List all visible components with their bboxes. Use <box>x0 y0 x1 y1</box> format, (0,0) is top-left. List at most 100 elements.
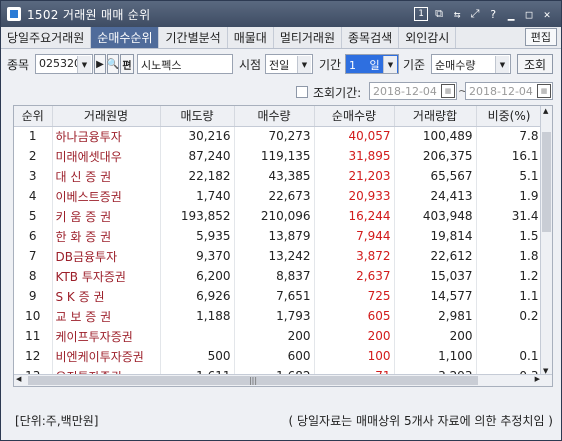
table-row[interactable]: 10 교 보 증 권 1,188 1,793 605 2,981 0.2 <box>14 306 543 326</box>
calendar-icon[interactable]: ▦ <box>441 84 455 98</box>
table-row[interactable]: 12 비엔케이투자증권 500 600 100 1,100 0.1 <box>14 346 543 366</box>
cell-net-buy: 3,872 <box>314 246 395 266</box>
cell-buy: 70,273 <box>234 126 315 146</box>
minimize-icon[interactable]: ▁ <box>503 6 519 22</box>
header-sell[interactable]: 매도량 <box>160 106 235 127</box>
cell-net-buy: 2,637 <box>314 266 395 286</box>
cell-rank: 7 <box>14 246 53 266</box>
header-net-buy[interactable]: 순매수량 <box>314 106 395 127</box>
scroll-thumb[interactable]: ||| <box>28 376 478 385</box>
help-icon[interactable]: ? <box>485 6 501 22</box>
stock-search-button[interactable]: 편 <box>120 54 134 74</box>
cell-rank: 1 <box>14 126 53 146</box>
period-label: 기간 <box>319 58 342 72</box>
basis-value: 순매수량 <box>435 59 476 72</box>
tab-daily-brokers[interactable]: 당일주요거래원 <box>1 27 92 48</box>
table-row[interactable]: 8 KTB 투자증권 6,200 8,837 2,637 15,037 1.2 <box>14 266 543 286</box>
tab-volume-profile[interactable]: 매물대 <box>228 27 274 48</box>
cell-sell: 30,216 <box>160 126 235 146</box>
table-row[interactable]: 5키 움 증 권 193,852 210,096 16,244 403,948 31.4 <box>14 206 543 226</box>
cell-share: 5.1 <box>476 166 543 186</box>
header-total[interactable]: 거래량합 <box>394 106 477 127</box>
cell-buy: 600 <box>234 346 315 366</box>
table-row[interactable]: 11 케이프투자증권 200 200 200 <box>14 326 543 346</box>
header-buy[interactable]: 매수량 <box>234 106 315 127</box>
query-button[interactable]: 조회 <box>517 54 553 74</box>
maximize-icon[interactable]: □ <box>521 6 537 22</box>
header-rank[interactable]: 순위 <box>14 106 53 127</box>
start-date-field[interactable]: 2018-12-04 ▦ <box>369 82 457 100</box>
cell-share <box>476 326 543 346</box>
header-broker[interactable]: 거래원명 <box>52 106 161 127</box>
cell-rank: 6 <box>14 226 53 246</box>
title-bar[interactable]: 1502 거래원 매매 순위 1 ⧉ ⇆ ⤢ ? ▁ □ ✕ <box>1 1 561 27</box>
cell-sell: 1,740 <box>160 186 235 206</box>
cell-rank: 2 <box>14 146 53 166</box>
cell-share: 16.1 <box>476 146 543 166</box>
header-share[interactable]: 비중(%) <box>476 106 543 127</box>
stock-name-field[interactable]: 시노펙스 <box>137 54 233 74</box>
close-icon[interactable]: ✕ <box>539 6 555 22</box>
cell-rank: 8 <box>14 266 53 286</box>
broker-table: 순위 거래원명 매도량 매수량 순매수량 거래량합 비중(%) 1 하나금융투자 3… <box>13 105 553 387</box>
cell-buy: 13,879 <box>234 226 315 246</box>
cell-share: 0.2 <box>476 306 543 326</box>
table-row[interactable]: 2 미래에셋대우 87,240 119,135 31,895 206,375 16.1 <box>14 146 543 166</box>
cell-total: 65,567 <box>394 166 477 186</box>
scroll-right-icon[interactable]: ▶ <box>535 375 540 383</box>
basis-select[interactable]: 순매수량 ▼ <box>431 54 511 74</box>
next-arrow-button[interactable]: ▶ <box>94 54 106 74</box>
tab-net-buy-rank[interactable]: 순매수순위 <box>91 27 160 48</box>
cell-net-buy: 20,933 <box>314 186 395 206</box>
cell-buy: 1,793 <box>234 306 315 326</box>
table-row[interactable]: 3대 신 증 권 22,182 43,385 21,203 65,567 5.1 <box>14 166 543 186</box>
table-row[interactable]: 4 이베스트증권 1,740 22,673 20,933 24,413 1.9 <box>14 186 543 206</box>
table-header-row: 순위 거래원명 매도량 매수량 순매수량 거래량합 비중(%) <box>14 106 543 127</box>
period-select[interactable]: 1 일 ▼ <box>345 54 399 74</box>
cell-net-buy: 16,244 <box>314 206 395 226</box>
scroll-left-icon[interactable]: ◀ <box>16 375 21 383</box>
expand-icon[interactable]: ⤢ <box>467 6 483 22</box>
cell-sell: 87,240 <box>160 146 235 166</box>
stock-code-input[interactable]: 025320 ▼ <box>35 54 93 74</box>
period-query-checkbox[interactable] <box>296 86 308 98</box>
estimate-note: ( 당일자료는 매매상위 5개사 자료에 의한 추정치임 ) <box>288 414 553 428</box>
info-icon[interactable]: 1 <box>414 7 428 21</box>
tab-multi-broker[interactable]: 멀티거래원 <box>274 27 343 48</box>
copy-icon[interactable]: ⧉ <box>431 6 447 22</box>
chevron-down-icon[interactable]: ▼ <box>495 56 509 73</box>
cell-net-buy: 40,057 <box>314 126 395 146</box>
chevron-down-icon[interactable]: ▼ <box>297 56 311 73</box>
edit-button[interactable]: 편집 <box>524 28 557 46</box>
cell-rank: 3 <box>14 166 53 186</box>
time-select[interactable]: 전일 ▼ <box>265 54 313 74</box>
chevron-down-icon[interactable]: ▼ <box>383 56 397 73</box>
cell-share: 1.8 <box>476 246 543 266</box>
search-icon[interactable]: 🔍 <box>107 54 119 74</box>
scroll-thumb[interactable] <box>542 132 551 232</box>
cell-sell: 22,182 <box>160 166 235 186</box>
cell-sell: 500 <box>160 346 235 366</box>
vertical-scrollbar[interactable]: ▲ ▼ <box>540 106 552 376</box>
cell-share: 7.8 <box>476 126 543 146</box>
table-row[interactable]: 1 하나금융투자 30,216 70,273 40,057 100,489 7.8 <box>14 126 543 146</box>
chevron-down-icon[interactable]: ▼ <box>77 56 91 73</box>
basis-label: 기준 <box>403 58 426 72</box>
cell-sell: 6,926 <box>160 286 235 306</box>
tab-foreign-watch[interactable]: 외인감시 <box>399 27 457 48</box>
horizontal-scrollbar[interactable]: ◀ ||| ▶ <box>14 374 552 386</box>
scroll-up-icon[interactable]: ▲ <box>543 107 548 115</box>
table-row[interactable]: 6한 화 증 권 5,935 13,879 7,944 19,814 1.5 <box>14 226 543 246</box>
cell-sell: 6,200 <box>160 266 235 286</box>
time-value: 전일 <box>269 59 290 72</box>
tab-stock-search[interactable]: 종목검색 <box>342 27 400 48</box>
filter-row: 종목 025320 ▼ ▶ 🔍 편 시노펙스 시점 전일 ▼ 기간 1 일 ▼ … <box>1 51 561 77</box>
end-date-field[interactable]: 2018-12-04 ▦ <box>465 82 553 100</box>
calendar-icon[interactable]: ▦ <box>537 84 551 98</box>
table-row[interactable]: 7 DB금융투자 9,370 13,242 3,872 22,612 1.8 <box>14 246 543 266</box>
tab-period-analysis[interactable]: 기간별분석 <box>159 27 228 48</box>
cell-rank: 5 <box>14 206 53 226</box>
cell-net-buy: 21,203 <box>314 166 395 186</box>
link-icon[interactable]: ⇆ <box>449 6 465 22</box>
table-row[interactable]: 9S K 증 권 6,926 7,651 725 14,577 1.1 <box>14 286 543 306</box>
